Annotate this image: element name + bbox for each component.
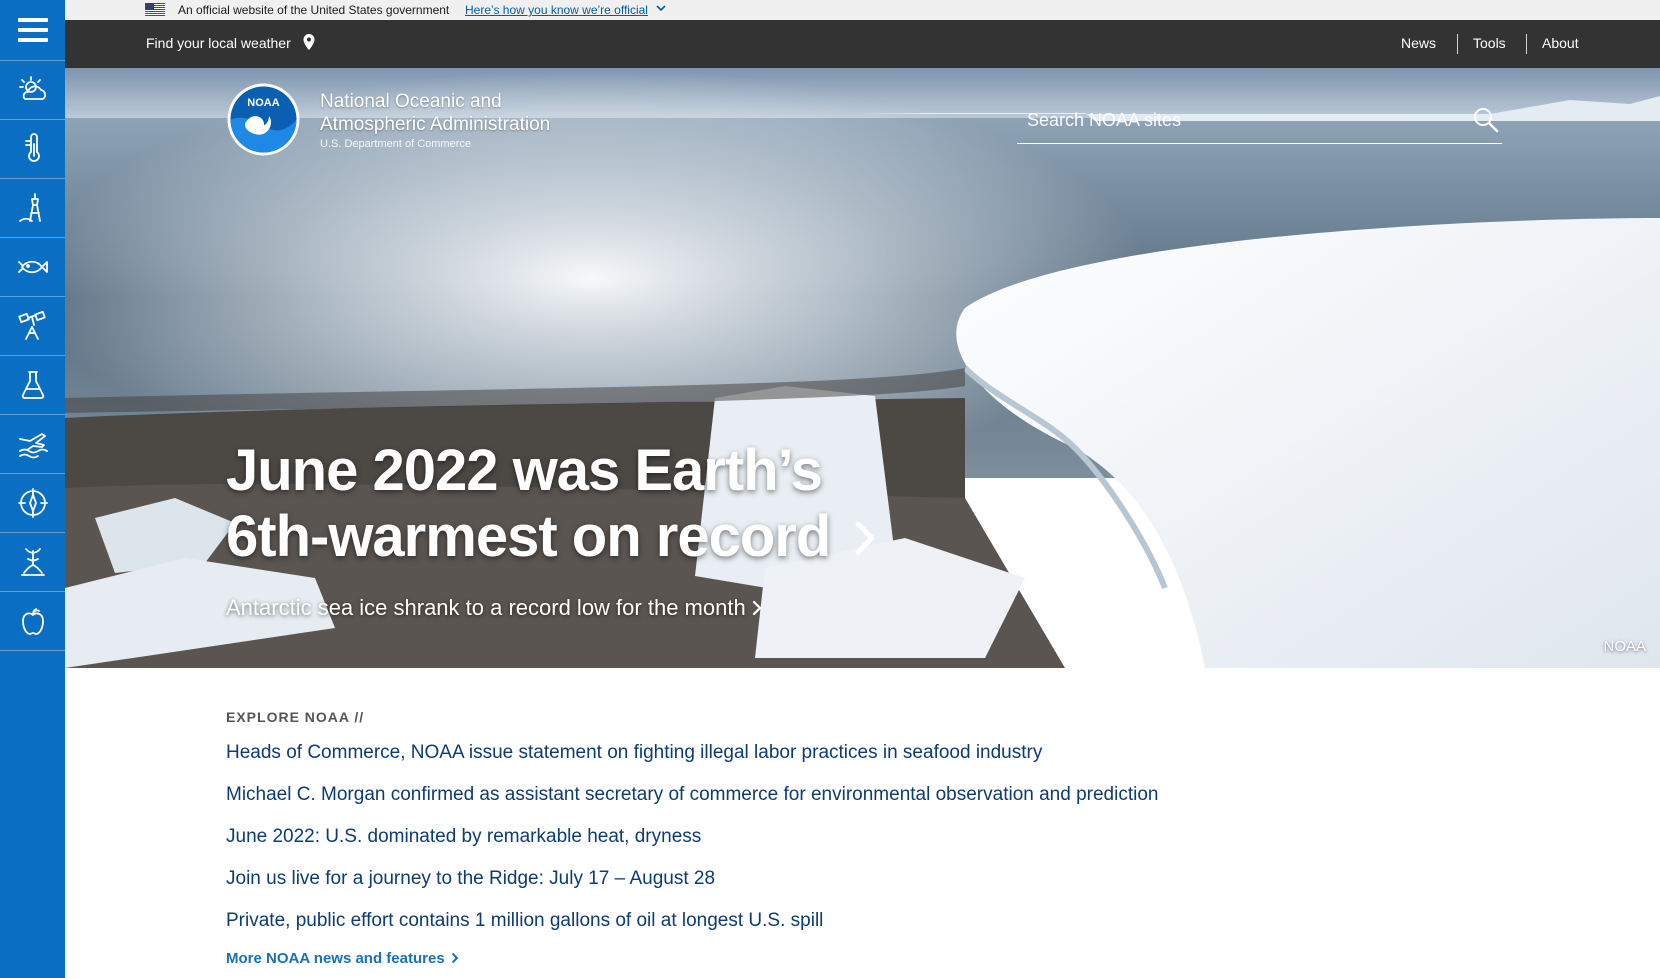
top-nav: Find your local weather News Tools About: [65, 20, 1660, 68]
headline-link[interactable]: June 2022 was Earth’s 6th-warmest on rec…: [226, 438, 878, 570]
chevron-right-icon: [855, 521, 875, 555]
sidebar: [0, 0, 65, 978]
sanctuaries-icon: [20, 548, 45, 576]
logo-text: NOAA: [247, 97, 279, 109]
chevron-right-icon: [752, 600, 762, 616]
news-link[interactable]: Private, public effort contains 1 millio…: [226, 910, 1426, 932]
org-name-line2: Atmospheric Administration: [320, 114, 551, 135]
sidebar-item-ocean-coasts[interactable]: [0, 178, 65, 237]
sidebar-item-fisheries[interactable]: [0, 237, 65, 296]
noaa-logo[interactable]: NOAA: [226, 82, 301, 157]
news-link[interactable]: Heads of Commerce, NOAA issue statement …: [226, 742, 1426, 764]
menu-bar: [17, 18, 48, 22]
subhead-link[interactable]: Antarctic sea ice shrank to a record low…: [226, 595, 762, 621]
subhead-text: Antarctic sea ice shrank to a record low…: [226, 595, 746, 620]
chevron-down-icon[interactable]: [655, 2, 667, 14]
sidebar-item-weather[interactable]: [0, 60, 65, 119]
us-flag-icon: [145, 3, 165, 16]
menu-button[interactable]: [0, 0, 65, 60]
education-icon: [21, 608, 44, 635]
location-pin-icon[interactable]: [302, 33, 316, 51]
more-news-label: More NOAA news and features: [226, 950, 445, 967]
sidebar-item-charting[interactable]: [0, 473, 65, 532]
weather-icon: [18, 76, 46, 100]
climate-icon: [24, 133, 40, 162]
nav-separator: [1526, 34, 1527, 54]
news-link[interactable]: Join us live for a journey to the Ridge:…: [226, 868, 1426, 890]
gov-banner-text: An official website of the United States…: [178, 3, 450, 17]
sidebar-item-satellites[interactable]: [0, 296, 65, 355]
search-bar: [1017, 98, 1502, 144]
research-icon: [21, 371, 44, 399]
hero-banner: NOAA National Oceanic and Atmospheric Ad…: [65, 68, 1660, 668]
gov-official-link[interactable]: Here’s how you know we’re official: [465, 3, 648, 17]
sidebar-divider: [0, 650, 65, 651]
news-link[interactable]: June 2022: U.S. dominated by remarkable …: [226, 826, 1426, 848]
headline-line1: June 2022 was Earth’s: [226, 438, 823, 503]
nav-about[interactable]: About: [1542, 35, 1579, 51]
ocean-coasts-icon: [18, 193, 41, 222]
nav-separator: [1457, 34, 1458, 54]
menu-bar: [17, 38, 48, 42]
hero-image: [65, 68, 1660, 668]
search-input[interactable]: [1017, 106, 1457, 134]
news-link[interactable]: Michael C. Morgan confirmed as assistant…: [226, 784, 1426, 806]
more-news-link[interactable]: More NOAA news and features: [226, 950, 1426, 967]
explore-title: EXPLORE NOAA //: [226, 709, 365, 725]
chevron-right-icon: [451, 952, 459, 964]
local-weather-link[interactable]: Find your local weather: [146, 35, 291, 51]
marine-aviation-icon: [18, 433, 48, 459]
menu-bar: [17, 28, 48, 32]
charting-icon: [17, 488, 48, 518]
org-department: U.S. Department of Commerce: [320, 138, 471, 150]
sidebar-item-marine-aviation[interactable]: [0, 414, 65, 473]
sidebar-item-sanctuaries[interactable]: [0, 532, 65, 591]
org-name-line1: National Oceanic and: [320, 91, 502, 112]
nav-news[interactable]: News: [1401, 35, 1436, 51]
explore-section: EXPLORE NOAA // Heads of Commerce, NOAA …: [226, 700, 1426, 967]
photo-credit: NOAA: [1603, 638, 1646, 655]
gov-banner: An official website of the United States…: [65, 0, 1660, 20]
sidebar-item-research[interactable]: [0, 355, 65, 414]
headline-line2: 6th-warmest on record: [226, 504, 831, 569]
search-icon[interactable]: [1472, 106, 1500, 134]
sidebar-item-climate[interactable]: [0, 119, 65, 178]
fisheries-icon: [17, 260, 48, 274]
sidebar-item-education[interactable]: [0, 591, 65, 650]
satellites-icon: [17, 310, 46, 340]
nav-tools[interactable]: Tools: [1473, 35, 1506, 51]
